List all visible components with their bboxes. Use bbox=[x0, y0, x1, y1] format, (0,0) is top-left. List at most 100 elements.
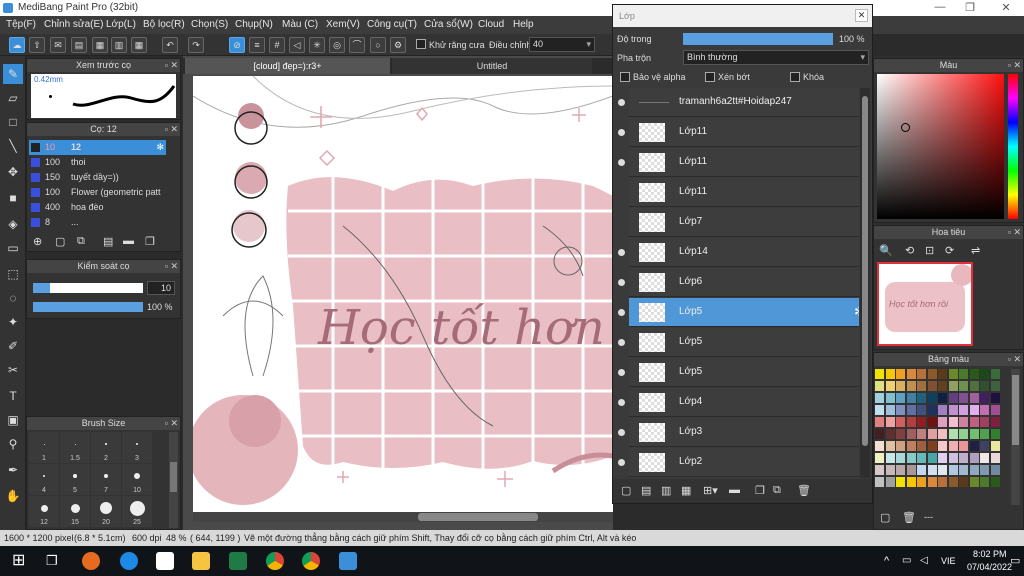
merge-layer-icon[interactable]: ⧉ bbox=[773, 484, 781, 497]
new-brush-icon[interactable]: ▢ bbox=[55, 235, 65, 248]
layer-visibility-icon[interactable] bbox=[618, 429, 625, 436]
menu-edit[interactable]: Chỉnh sửa(E) bbox=[44, 19, 104, 30]
blend-mode-select[interactable]: Bình thường ▾ bbox=[683, 50, 869, 65]
lasso-tool-icon[interactable]: ◌ bbox=[3, 288, 23, 308]
brush-size-cell[interactable]: 25 bbox=[122, 496, 152, 527]
layer-row[interactable]: Lớp5 ✻ bbox=[629, 298, 859, 327]
snap-circle-icon[interactable]: ◎ bbox=[329, 37, 345, 53]
brush-size-cell[interactable]: 7 bbox=[91, 464, 121, 495]
snap-radial-icon[interactable]: ✳ bbox=[309, 37, 325, 53]
hand-tool-icon[interactable]: ✋ bbox=[3, 486, 23, 506]
palette-swatch[interactable] bbox=[980, 381, 989, 391]
brush-size-cell[interactable]: 5 bbox=[60, 464, 90, 495]
palette-swatch[interactable] bbox=[980, 453, 989, 463]
eyedropper-icon[interactable]: ✒ bbox=[3, 460, 23, 480]
color-picker-square[interactable] bbox=[877, 74, 1004, 219]
palette-scrollbar[interactable] bbox=[1011, 369, 1020, 505]
menu-snap[interactable]: Chụp(N) bbox=[235, 19, 273, 30]
layer-opacity-slider[interactable] bbox=[683, 33, 833, 45]
brush-item[interactable]: 150 tuyết dầy=)) bbox=[29, 170, 166, 185]
brush-item[interactable]: 10 12 ✻ bbox=[29, 140, 166, 155]
palette-swatch[interactable] bbox=[927, 453, 937, 463]
palette-swatch[interactable] bbox=[917, 369, 926, 379]
hue-slider[interactable] bbox=[1008, 74, 1018, 219]
delete-palette-icon[interactable]: 🗑 bbox=[902, 511, 916, 524]
palette-swatch[interactable] bbox=[959, 441, 968, 451]
adjust-select[interactable]: 40 ▾ bbox=[529, 37, 595, 52]
brush-size-cell[interactable]: 15 bbox=[60, 496, 90, 527]
menu-layer[interactable]: Lớp(L) bbox=[106, 19, 136, 30]
palette-swatch[interactable] bbox=[990, 477, 1000, 487]
palette-swatch[interactable] bbox=[917, 393, 926, 403]
brush-size-scrollbar[interactable] bbox=[169, 432, 178, 528]
delete-layer-icon[interactable]: 🗑 bbox=[797, 484, 811, 497]
palette-swatch[interactable] bbox=[917, 405, 926, 415]
palette-swatch[interactable] bbox=[938, 405, 947, 415]
redo-icon[interactable]: ↷ bbox=[188, 37, 204, 53]
menu-color[interactable]: Màu (C) bbox=[282, 19, 318, 30]
network-icon[interactable]: ▭ bbox=[902, 555, 911, 566]
palette-swatch[interactable] bbox=[959, 393, 968, 403]
excel-icon[interactable] bbox=[229, 552, 247, 570]
palette-swatch[interactable] bbox=[927, 405, 937, 415]
brush-tool-icon[interactable]: ✎ bbox=[3, 64, 23, 84]
menu-window[interactable]: Cửa sổ(W) bbox=[424, 19, 473, 30]
artwork-canvas[interactable]: Học tốt hơn rồi bbox=[193, 76, 613, 512]
palette-swatch[interactable] bbox=[896, 393, 905, 403]
layer-row[interactable]: tramanh6a2tt#Hoidap247 bbox=[629, 88, 859, 117]
layer-row[interactable]: Lớp7 bbox=[629, 208, 859, 237]
palette-swatch[interactable] bbox=[875, 405, 884, 415]
brush-item[interactable]: 100 thoi bbox=[29, 155, 166, 170]
brush-size-cell[interactable]: 1 bbox=[29, 432, 59, 463]
frame-tool-icon[interactable]: ▣ bbox=[3, 410, 23, 430]
copy-brush-icon[interactable]: ⧉ bbox=[77, 235, 85, 248]
minimize-icon[interactable]: — bbox=[930, 1, 950, 13]
layer-visibility-icon[interactable] bbox=[618, 129, 625, 136]
canvas-h-scrollbar[interactable] bbox=[193, 512, 613, 522]
palette-swatch[interactable] bbox=[906, 417, 916, 427]
halftone-layer-icon[interactable]: ▦ bbox=[681, 484, 691, 497]
palette-swatch[interactable] bbox=[917, 429, 926, 439]
layer-row[interactable]: Lớp5 bbox=[629, 328, 859, 357]
layer-row[interactable]: Lớp3 bbox=[629, 418, 859, 447]
navigator-thumbnail[interactable]: Học tốt hơn rồi bbox=[877, 262, 973, 346]
brush-size-cell[interactable]: 2 bbox=[91, 432, 121, 463]
palette-swatch[interactable] bbox=[885, 453, 895, 463]
palette-swatch[interactable] bbox=[885, 429, 895, 439]
snap-parallel-icon[interactable]: ≡ bbox=[249, 37, 265, 53]
task-view-icon[interactable]: ❐ bbox=[46, 552, 64, 570]
layer-scrollbar[interactable] bbox=[860, 88, 870, 478]
grid-pages-icon[interactable]: ▦ bbox=[131, 37, 147, 53]
palette-swatch[interactable] bbox=[938, 381, 947, 391]
palette-swatch[interactable] bbox=[990, 429, 1000, 439]
scroll-thumb[interactable] bbox=[418, 513, 538, 521]
palette-swatch[interactable] bbox=[875, 465, 884, 475]
new-8bit-layer-icon[interactable]: ▤ bbox=[641, 484, 651, 497]
palette-swatch[interactable] bbox=[927, 381, 937, 391]
brush-size-cell[interactable]: 20 bbox=[91, 496, 121, 527]
layer-row[interactable]: Lớp11 bbox=[629, 118, 859, 147]
palette-swatch[interactable] bbox=[906, 441, 916, 451]
palette-swatch[interactable] bbox=[906, 477, 916, 487]
rotate-right-icon[interactable]: ⟳ bbox=[945, 244, 954, 257]
palette-swatch[interactable] bbox=[927, 393, 937, 403]
brush-size-cell[interactable]: 4 bbox=[29, 464, 59, 495]
palette-swatch[interactable] bbox=[990, 441, 1000, 451]
layer-visibility-icon[interactable] bbox=[618, 309, 625, 316]
lock-checkbox[interactable] bbox=[790, 72, 800, 82]
palette-swatch[interactable] bbox=[938, 417, 947, 427]
palette-swatch[interactable] bbox=[990, 453, 1000, 463]
palette-swatch[interactable] bbox=[980, 405, 989, 415]
panel-close-icon[interactable]: ▫ ✕ bbox=[165, 59, 178, 72]
tab-cloud-doc[interactable]: [cloud] đẹp=):r3+ bbox=[185, 58, 390, 74]
panel-close-icon[interactable]: ▫ ✕ bbox=[165, 417, 178, 430]
close-icon[interactable]: ✕ bbox=[996, 1, 1016, 14]
palette-swatch[interactable] bbox=[948, 477, 958, 487]
palette-swatch[interactable] bbox=[875, 393, 884, 403]
palette-swatch[interactable] bbox=[959, 477, 968, 487]
gear-icon[interactable]: ✻ bbox=[156, 140, 164, 155]
palette-swatch[interactable] bbox=[938, 465, 947, 475]
palette-swatch[interactable] bbox=[917, 441, 926, 451]
brush-item[interactable]: 100 Flower (geometric patt bbox=[29, 185, 166, 200]
pages-icon[interactable]: ▥ bbox=[111, 37, 127, 53]
